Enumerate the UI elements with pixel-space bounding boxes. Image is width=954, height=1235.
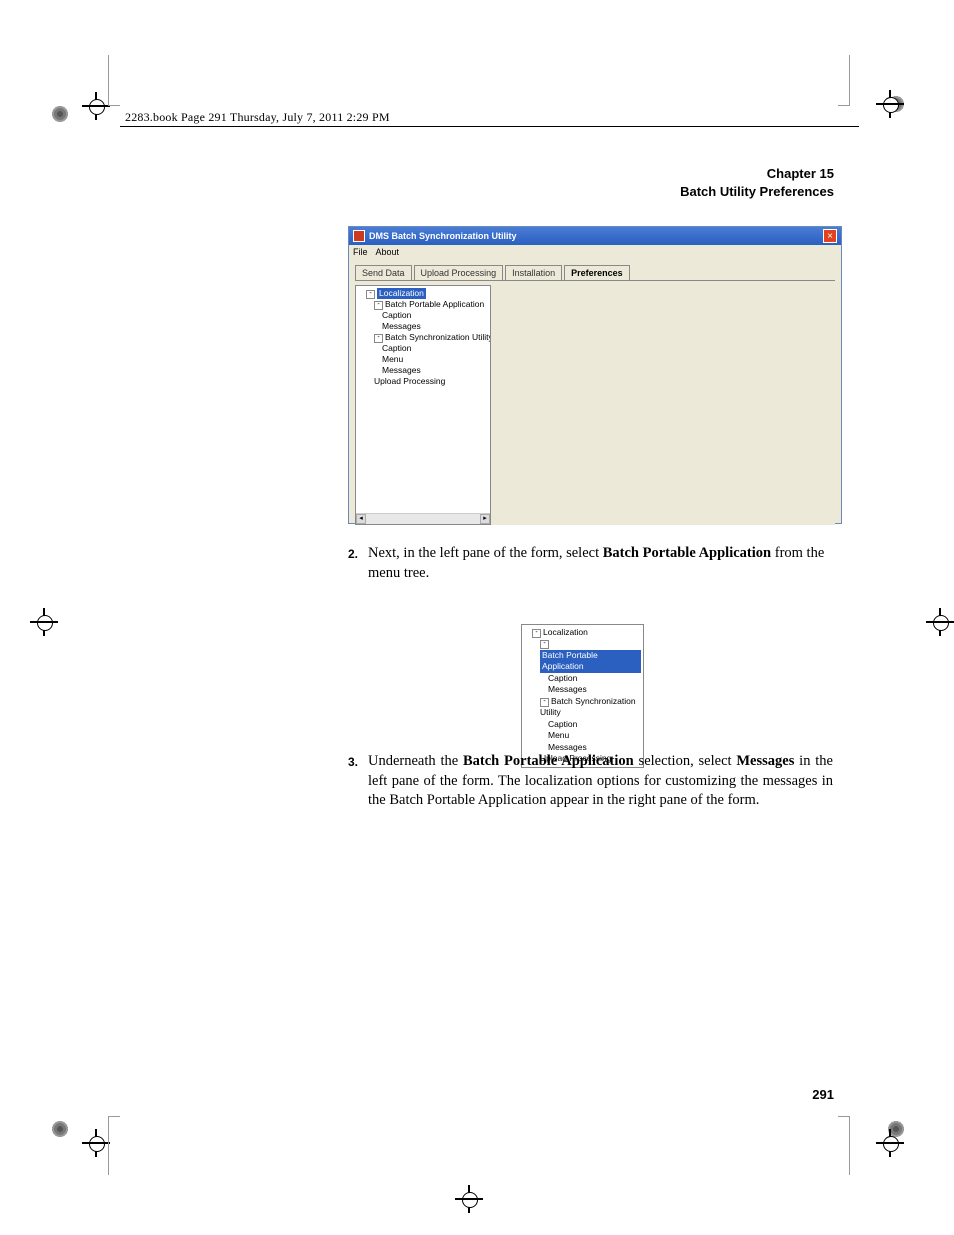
mini-bpa[interactable]: -Batch Portable Application Caption Mess… bbox=[540, 638, 641, 695]
tree-bpa[interactable]: -Batch Portable Application Caption Mess… bbox=[374, 299, 488, 332]
tree-bpa-messages[interactable]: Messages bbox=[382, 321, 488, 332]
titlebar: DMS Batch Synchronization Utility × bbox=[349, 227, 841, 245]
header-rule bbox=[120, 126, 859, 127]
step-2: 2. Next, in the left pane of the form, s… bbox=[348, 544, 833, 583]
scroll-left-icon[interactable]: ◂ bbox=[356, 514, 366, 524]
tab-upload-processing[interactable]: Upload Processing bbox=[414, 265, 504, 280]
menu-file[interactable]: File bbox=[353, 247, 368, 257]
menu-about[interactable]: About bbox=[376, 247, 400, 257]
mini-localization[interactable]: -Localization -Batch Portable Applicatio… bbox=[532, 627, 641, 765]
tree-pane: -Localization -Batch Portable Applicatio… bbox=[355, 285, 491, 525]
tree-bsu-messages[interactable]: Messages bbox=[382, 365, 488, 376]
tabs: Send Data Upload Processing Installation… bbox=[355, 265, 835, 280]
menubar: File About bbox=[349, 245, 841, 259]
tree-bsu-caption[interactable]: Caption bbox=[382, 343, 488, 354]
tab-preferences[interactable]: Preferences bbox=[564, 265, 630, 280]
step-3: 3. Underneath the Batch Portable Applica… bbox=[348, 752, 833, 811]
mini-bsu-caption[interactable]: Caption bbox=[548, 719, 641, 730]
tree-localization[interactable]: -Localization -Batch Portable Applicatio… bbox=[366, 288, 488, 387]
app-window: DMS Batch Synchronization Utility × File… bbox=[348, 226, 842, 524]
step-number: 2. bbox=[348, 544, 368, 583]
tree-bsu[interactable]: -Batch Synchronization Utility Caption M… bbox=[374, 332, 488, 376]
h-scrollbar[interactable]: ◂ ▸ bbox=[356, 513, 490, 524]
tree-bsu-menu[interactable]: Menu bbox=[382, 354, 488, 365]
app-icon bbox=[353, 230, 365, 242]
mini-bsu[interactable]: -Batch Synchronization Utility Caption M… bbox=[540, 696, 641, 753]
tree-upload[interactable]: Upload Processing bbox=[374, 376, 488, 387]
tree-bpa-caption[interactable]: Caption bbox=[382, 310, 488, 321]
tab-send-data[interactable]: Send Data bbox=[355, 265, 412, 280]
mini-bsu-menu[interactable]: Menu bbox=[548, 730, 641, 741]
tab-installation[interactable]: Installation bbox=[505, 265, 562, 280]
chapter-title: Batch Utility Preferences bbox=[680, 183, 834, 201]
chapter-header: Chapter 15 Batch Utility Preferences bbox=[680, 165, 834, 200]
page-number: 291 bbox=[812, 1087, 834, 1102]
step-number: 3. bbox=[348, 752, 368, 811]
mini-caption[interactable]: Caption bbox=[548, 673, 641, 684]
mini-messages[interactable]: Messages bbox=[548, 684, 641, 695]
step-text: Next, in the left pane of the form, sele… bbox=[368, 544, 833, 583]
mini-tree: -Localization -Batch Portable Applicatio… bbox=[521, 624, 644, 768]
close-icon[interactable]: × bbox=[823, 229, 837, 243]
scroll-right-icon[interactable]: ▸ bbox=[480, 514, 490, 524]
window-title: DMS Batch Synchronization Utility bbox=[369, 231, 517, 241]
chapter-number: Chapter 15 bbox=[680, 165, 834, 183]
content-area: -Localization -Batch Portable Applicatio… bbox=[355, 280, 835, 525]
step-text: Underneath the Batch Portable Applicatio… bbox=[368, 752, 833, 811]
book-header: 2283.book Page 291 Thursday, July 7, 201… bbox=[125, 110, 390, 125]
